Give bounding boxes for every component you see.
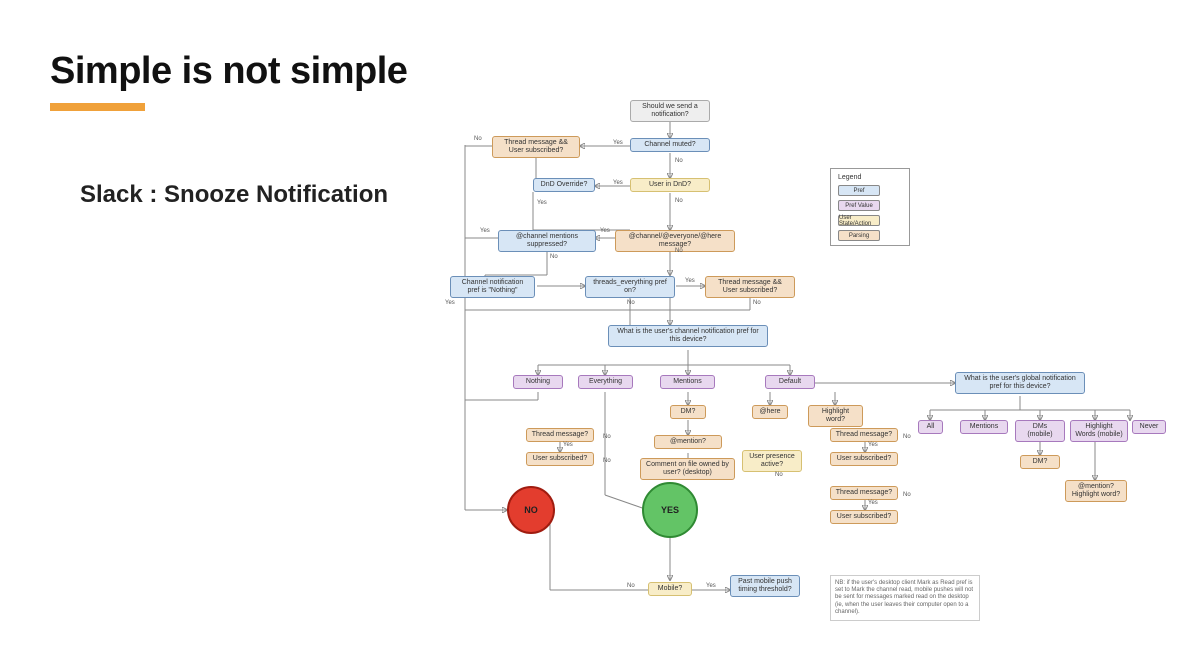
terminal-yes: YES: [642, 482, 698, 538]
node-at-mention: @mention?: [654, 435, 722, 449]
lbl-no-6: No: [627, 300, 635, 306]
node-user-sub-l: User subscribed?: [526, 452, 594, 466]
lbl-yes-5: Yes: [480, 228, 490, 234]
opt-default: Default: [765, 375, 815, 389]
opt-nothing: Nothing: [513, 375, 563, 389]
opt-g-highlight: Highlight Words (mobile): [1070, 420, 1128, 442]
node-user-sub-m1: User subscribed?: [830, 452, 898, 466]
node-dm: DM?: [670, 405, 706, 419]
opt-g-mentions: Mentions: [960, 420, 1008, 434]
opt-everything: Everything: [578, 375, 633, 389]
lbl-yes-7: Yes: [445, 300, 455, 306]
lbl-no-3: No: [675, 198, 683, 204]
node-dm2: DM?: [1020, 455, 1060, 469]
node-mentions-suppressed: @channel mentions suppressed?: [498, 230, 596, 252]
node-start: Should we send a notification?: [630, 100, 710, 122]
node-mention-highlight: @mention? Highlight word?: [1065, 480, 1127, 502]
lbl-no-1: No: [474, 136, 482, 142]
node-dnd-override: DnD Override?: [533, 178, 595, 192]
lbl-no-2: No: [675, 158, 683, 164]
terminal-no: NO: [507, 486, 555, 534]
node-threads-pref: threads_everything pref on?: [585, 276, 675, 298]
node-user-sub-m2: User subscribed?: [830, 510, 898, 524]
legend-parsing: Parsing: [838, 230, 902, 241]
lbl-no-7: No: [753, 300, 761, 306]
node-channel-pref-nothing: Channel notification pref is "Nothing": [450, 276, 535, 298]
legend-title: Legend: [838, 174, 902, 181]
lbl-no-12: No: [903, 492, 911, 498]
lbl-yes-2: Yes: [613, 180, 623, 186]
lbl-yes-mob: Yes: [706, 583, 716, 589]
node-user-dnd: User in DnD?: [630, 178, 710, 192]
lbl-no-10: No: [775, 472, 783, 478]
node-channel-muted: Channel muted?: [630, 138, 710, 152]
node-thread-sub-top: Thread message && User subscribed?: [492, 136, 580, 158]
opt-mentions: Mentions: [660, 375, 715, 389]
node-highlight-word: Highlight word?: [808, 405, 863, 427]
lbl-yes-4: Yes: [600, 228, 610, 234]
lbl-no-4: No: [675, 248, 683, 254]
opt-all: All: [918, 420, 943, 434]
node-thread-msg-l: Thread message?: [526, 428, 594, 442]
legend: Legend Pref Pref Value User State/Action…: [830, 168, 910, 246]
lbl-no-mob: No: [627, 583, 635, 589]
lbl-no-9: No: [603, 458, 611, 464]
node-thread-msg-m1: Thread message?: [830, 428, 898, 442]
lbl-no-11: No: [903, 434, 911, 440]
node-global-pref-q: What is the user's global notification p…: [955, 372, 1085, 394]
lbl-yes-11: Yes: [868, 500, 878, 506]
lbl-yes-10: Yes: [868, 442, 878, 448]
legend-pref-value: Pref Value: [838, 200, 902, 211]
opt-g-dms: DMs (mobile): [1015, 420, 1065, 442]
node-push-timing: Past mobile push timing threshold?: [730, 575, 800, 597]
legend-pref: Pref: [838, 185, 902, 196]
slide-title: Simple is not simple: [50, 50, 1150, 93]
lbl-yes-8: Yes: [563, 442, 573, 448]
nb-note: NB: if the user's desktop client Mark as…: [830, 575, 980, 621]
node-presence: User presence active?: [742, 450, 802, 472]
node-at-here: @here: [752, 405, 788, 419]
node-mobile: Mobile?: [648, 582, 692, 596]
slide: Simple is not simple Slack : Snooze Noti…: [0, 0, 1200, 663]
node-channel-pref-q: What is the user's channel notification …: [608, 325, 768, 347]
lbl-yes-3: Yes: [537, 200, 547, 206]
node-comment-file: Comment on file owned by user? (desktop): [640, 458, 735, 480]
node-thread-sub-mid: Thread message && User subscribed?: [705, 276, 795, 298]
lbl-yes-6: Yes: [685, 278, 695, 284]
node-thread-msg-m2: Thread message?: [830, 486, 898, 500]
lbl-yes-1: Yes: [613, 140, 623, 146]
flowchart: Should we send a notification? Channel m…: [430, 100, 1170, 645]
title-underline: [50, 103, 145, 111]
lbl-no-8: No: [603, 434, 611, 440]
lbl-no-5: No: [550, 254, 558, 260]
opt-g-never: Never: [1132, 420, 1166, 434]
legend-user-state: User State/Action: [838, 215, 902, 226]
